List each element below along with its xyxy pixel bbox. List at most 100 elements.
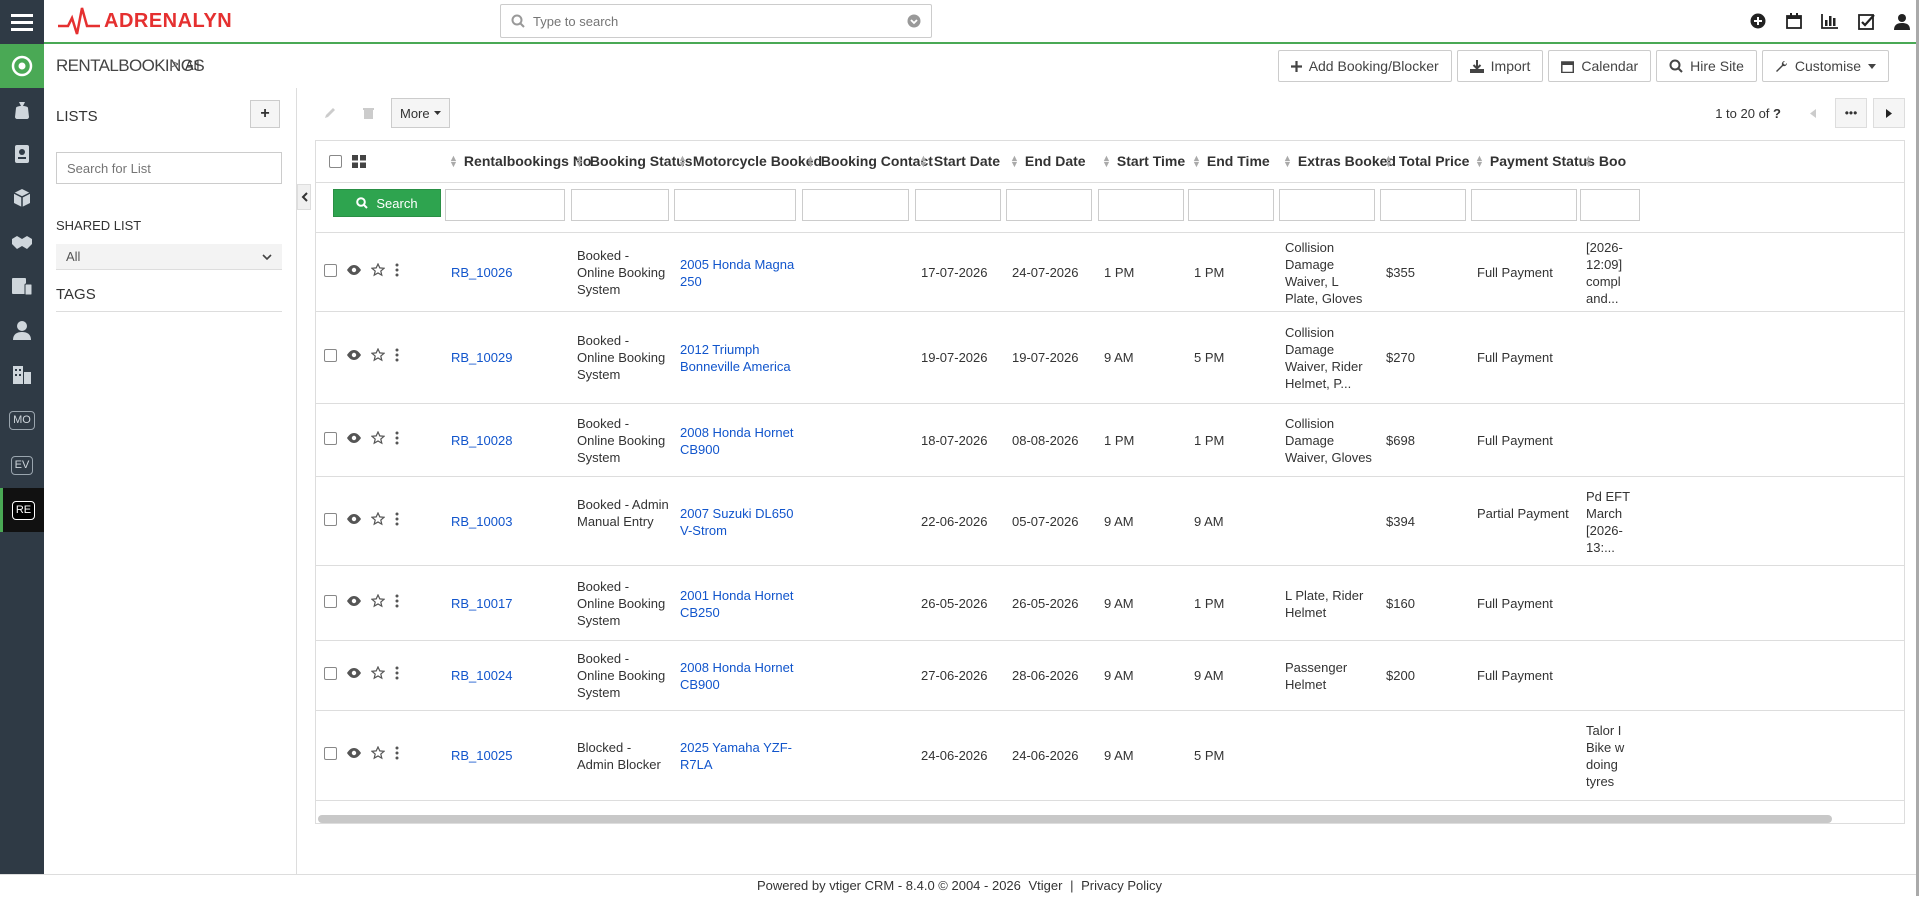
table-row[interactable]: RB_10017 Booked - Online Booking System 20… xyxy=(316,566,1904,641)
row-checkbox[interactable] xyxy=(324,348,337,362)
sort-icon[interactable]: ▲ ▼ xyxy=(1010,154,1019,169)
sort-icon[interactable]: ▲ ▼ xyxy=(449,154,458,169)
more-vertical-icon[interactable] xyxy=(395,512,399,526)
column-grid-icon[interactable] xyxy=(352,155,366,168)
cell-no[interactable]: RB_10024 xyxy=(451,667,565,684)
star-icon[interactable] xyxy=(371,263,385,277)
list-search-input[interactable] xyxy=(56,152,282,184)
row-checkbox[interactable] xyxy=(324,263,337,277)
footer-privacy-link[interactable]: Privacy Policy xyxy=(1081,878,1162,893)
row-checkbox[interactable] xyxy=(324,666,337,680)
more-vertical-icon[interactable] xyxy=(395,594,399,608)
contact-card-icon[interactable] xyxy=(0,132,44,176)
column-filter-input[interactable] xyxy=(1580,189,1640,221)
table-row[interactable]: RB_10029 Booked - Online Booking System 20… xyxy=(316,312,1904,404)
reports-chart-icon[interactable] xyxy=(1819,10,1841,32)
column-filter-input[interactable] xyxy=(802,189,909,221)
sort-icon[interactable]: ▲ ▼ xyxy=(1192,154,1201,169)
column-header[interactable]: ▲ ▼ Start Time xyxy=(1102,153,1185,169)
calendar-icon[interactable] xyxy=(1783,10,1805,32)
next-page-icon[interactable] xyxy=(1873,98,1905,128)
sort-icon[interactable]: ▲ ▼ xyxy=(575,154,584,169)
hire-site-button[interactable]: Hire Site xyxy=(1656,50,1757,82)
cell-moto[interactable]: 2025 Yamaha YZF-R7LA xyxy=(680,739,796,773)
cell-no[interactable]: RB_10028 xyxy=(451,432,565,449)
cell-no[interactable]: RB_10025 xyxy=(451,747,565,764)
building-icon[interactable] xyxy=(0,352,44,396)
more-vertical-icon[interactable] xyxy=(395,666,399,680)
star-icon[interactable] xyxy=(371,666,385,680)
import-button[interactable]: Import xyxy=(1456,50,1544,82)
cell-moto[interactable]: 2007 Suzuki DL650 V-Strom xyxy=(680,505,796,539)
calendar-button[interactable]: Calendar xyxy=(1548,50,1652,82)
sort-icon[interactable]: ▲ ▼ xyxy=(1475,154,1484,169)
table-row[interactable]: RB_10003 Booked - Admin Manual Entry 2007 … xyxy=(316,477,1904,566)
star-icon[interactable] xyxy=(371,348,385,362)
more-button[interactable]: More xyxy=(391,98,450,128)
user-profile-icon[interactable] xyxy=(1891,10,1913,32)
table-row[interactable]: RB_10026 Booked - Online Booking System 20… xyxy=(316,233,1904,312)
table-row[interactable]: RB_10028 Booked - Online Booking System 20… xyxy=(316,404,1904,477)
prev-page-icon[interactable] xyxy=(1797,98,1829,128)
star-icon[interactable] xyxy=(371,746,385,760)
add-list-button[interactable]: + xyxy=(250,100,280,128)
sort-icon[interactable]: ▲ ▼ xyxy=(678,154,687,169)
page-jump-button[interactable]: ••• xyxy=(1835,98,1867,128)
quick-create-icon[interactable] xyxy=(1747,10,1769,32)
star-icon[interactable] xyxy=(371,594,385,608)
table-row[interactable]: RB_10025 Blocked - Admin Blocker 2025 Yama… xyxy=(316,711,1904,801)
column-filter-input[interactable] xyxy=(1188,189,1274,221)
tasks-check-icon[interactable] xyxy=(1855,10,1877,32)
eye-icon[interactable] xyxy=(347,350,361,360)
cell-moto[interactable]: 2008 Honda Hornet CB900 xyxy=(680,659,796,693)
row-checkbox[interactable] xyxy=(324,594,337,608)
search-button[interactable]: Search xyxy=(333,189,441,217)
column-header[interactable]: ▲ ▼ Rentalbookings No xyxy=(449,153,591,169)
module-ev[interactable]: EV xyxy=(0,443,44,487)
star-icon[interactable] xyxy=(371,512,385,526)
eye-icon[interactable] xyxy=(347,433,361,443)
sort-icon[interactable]: ▲ ▼ xyxy=(1384,154,1393,169)
column-filter-input[interactable] xyxy=(1006,189,1092,221)
user-icon[interactable] xyxy=(0,308,44,352)
collapse-sidebar-button[interactable] xyxy=(297,184,311,210)
sort-icon[interactable]: ▲ ▼ xyxy=(806,154,815,169)
eye-icon[interactable] xyxy=(347,596,361,606)
horizontal-scrollbar[interactable] xyxy=(318,815,1832,823)
cell-moto[interactable]: 2012 Triumph Bonneville America xyxy=(680,341,796,375)
column-filter-input[interactable] xyxy=(1098,189,1184,221)
sort-icon[interactable]: ▲ ▼ xyxy=(1584,154,1593,169)
global-search-input[interactable] xyxy=(533,13,907,29)
column-header[interactable]: ▲ ▼ Booking Status xyxy=(575,153,693,169)
more-vertical-icon[interactable] xyxy=(395,431,399,445)
pager-total[interactable]: ? xyxy=(1773,106,1781,121)
add-booking-button[interactable]: Add Booking/Blocker xyxy=(1277,50,1452,82)
eye-icon[interactable] xyxy=(347,748,361,758)
column-filter-input[interactable] xyxy=(1380,189,1466,221)
more-vertical-icon[interactable] xyxy=(395,263,399,277)
module-mo[interactable]: MO xyxy=(0,398,44,442)
money-bag-icon[interactable] xyxy=(0,88,44,132)
column-header[interactable]: ▲ ▼ End Time xyxy=(1192,153,1270,169)
cell-moto[interactable]: 2008 Honda Hornet CB900 xyxy=(680,424,796,458)
row-checkbox[interactable] xyxy=(324,431,337,445)
column-filter-input[interactable] xyxy=(1471,189,1577,221)
more-vertical-icon[interactable] xyxy=(395,348,399,362)
column-filter-input[interactable] xyxy=(915,189,1001,221)
column-header[interactable]: ▲ ▼ Extras Booked xyxy=(1283,153,1396,169)
cell-no[interactable]: RB_10003 xyxy=(451,513,565,530)
sort-icon[interactable]: ▲ ▼ xyxy=(1283,154,1292,169)
app-logo[interactable]: ADRENALYN xyxy=(58,4,232,38)
eye-icon[interactable] xyxy=(347,668,361,678)
column-filter-input[interactable] xyxy=(1279,189,1375,221)
devices-icon[interactable] xyxy=(0,264,44,308)
shared-list-select[interactable]: All xyxy=(56,244,282,270)
customise-button[interactable]: Customise xyxy=(1761,50,1889,82)
cell-no[interactable]: RB_10026 xyxy=(451,264,565,281)
column-header[interactable]: ▲ ▼ Payment Status xyxy=(1475,153,1595,169)
global-search[interactable] xyxy=(500,4,932,38)
eye-icon[interactable] xyxy=(347,265,361,275)
cell-moto[interactable]: 2005 Honda Magna 250 xyxy=(680,256,796,290)
footer-vtiger-link[interactable]: Vtiger xyxy=(1029,878,1063,893)
row-checkbox[interactable] xyxy=(324,512,337,526)
